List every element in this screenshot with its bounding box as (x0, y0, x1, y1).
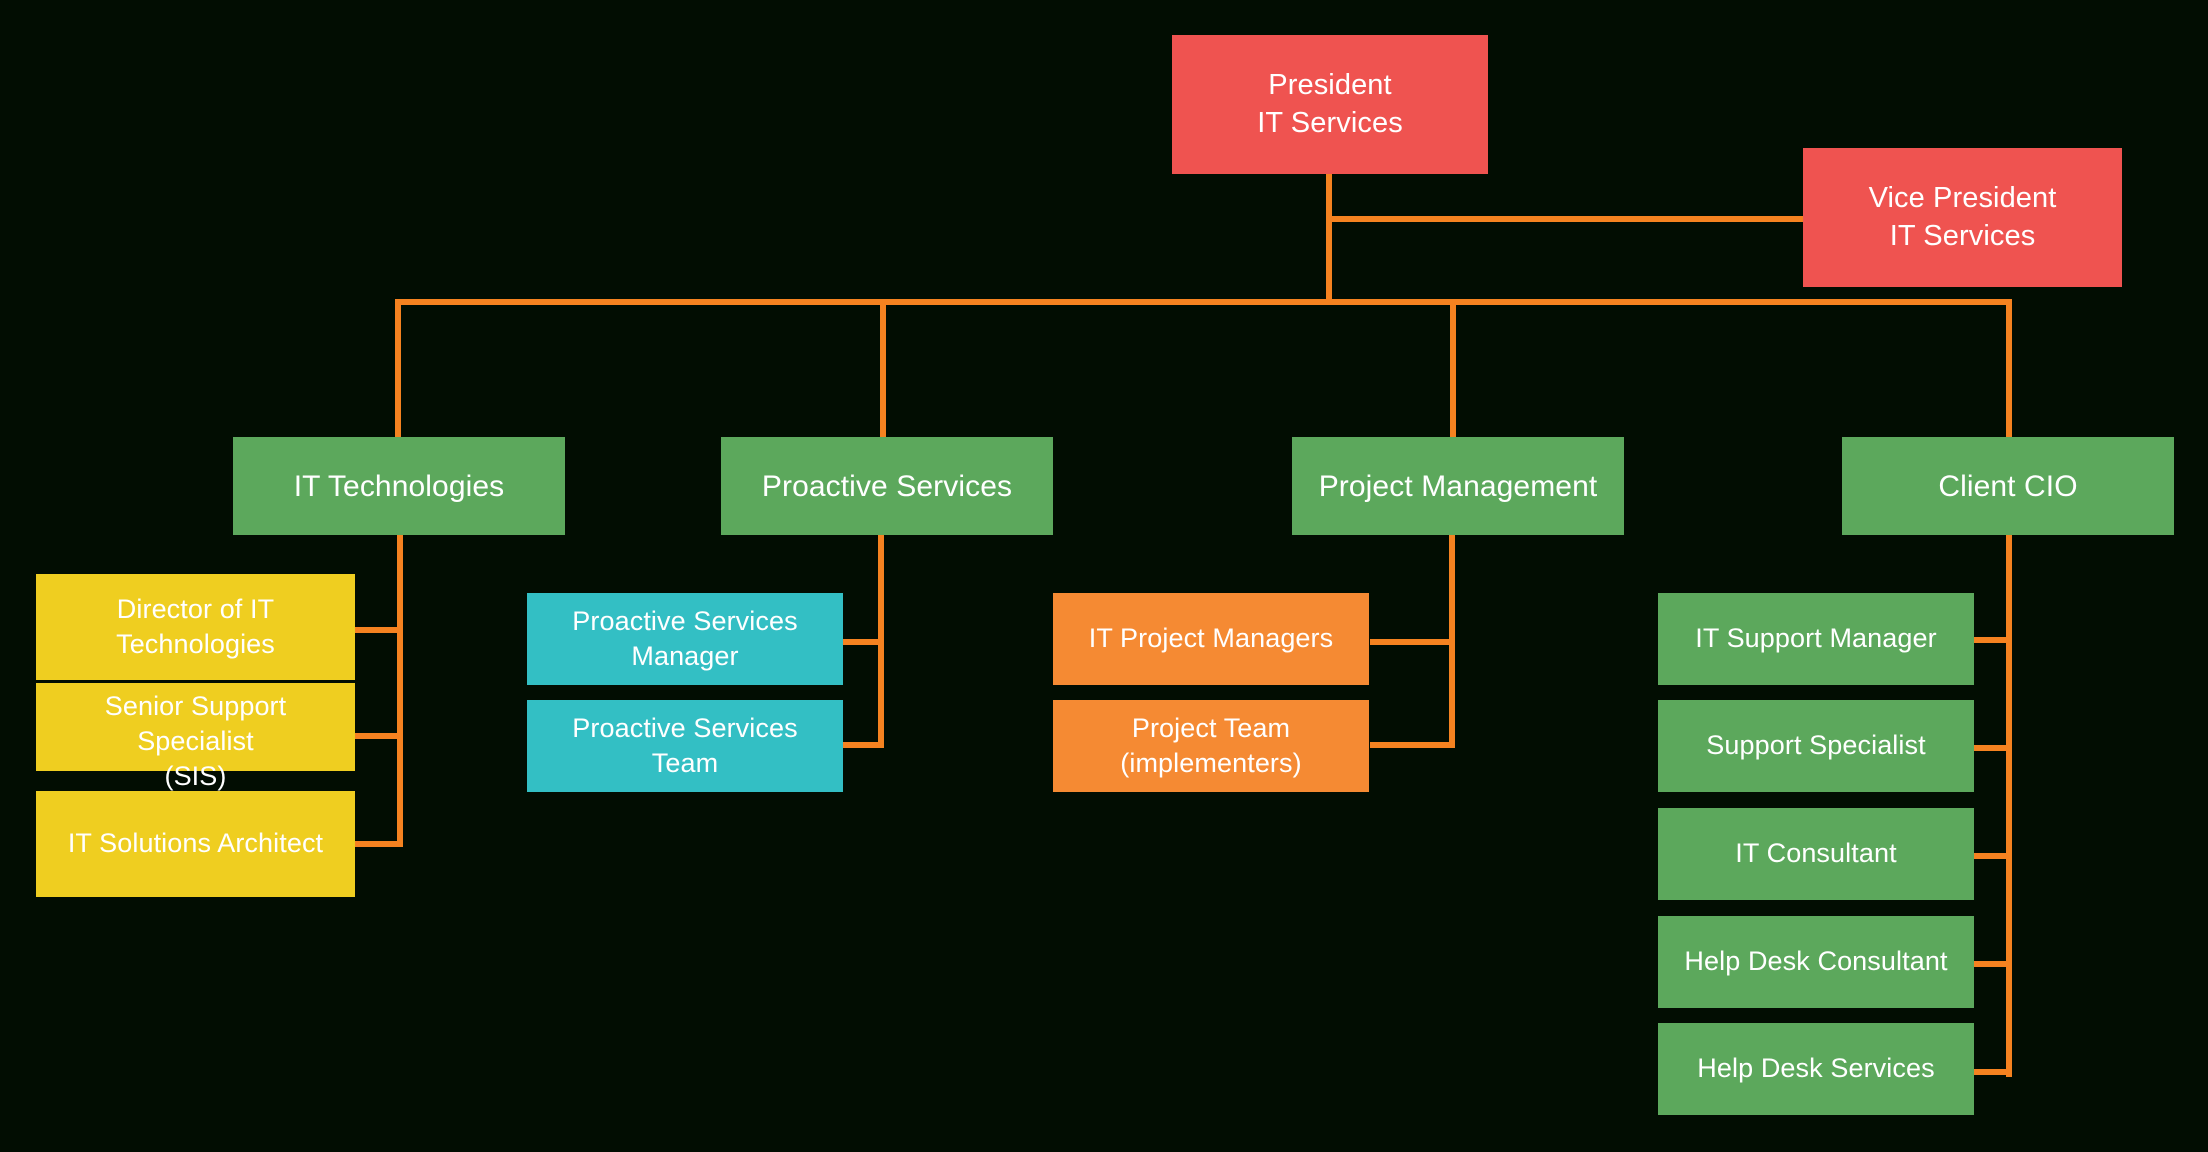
node-division-client-cio-label: Client CIO (1938, 469, 2078, 503)
connector-drop-client-cio (2006, 299, 2012, 438)
node-help-desk-consultant[interactable]: Help Desk Consultant (1658, 916, 1974, 1008)
node-division-client-cio[interactable]: Client CIO (1842, 437, 2174, 535)
connector-stub-help-desk-services (1970, 1069, 2012, 1075)
node-division-it-technologies[interactable]: IT Technologies (233, 437, 565, 535)
connector-stub-it-project-managers (1370, 639, 1455, 645)
connector-stub-it-solutions-architect (348, 841, 403, 847)
connector-stub-director-of-it (348, 627, 403, 633)
node-proactive-services-manager[interactable]: Proactive Services Manager (527, 593, 843, 685)
node-proactive-services-team-label: Proactive Services Team (572, 712, 798, 778)
connector-stub-it-consultant (1970, 853, 2012, 859)
connector-president-to-vp (1326, 216, 1804, 222)
connector-drop-it-technologies (395, 299, 401, 438)
connector-spine-it-technologies (397, 535, 403, 847)
connector-stub-senior-support-specialist (348, 733, 403, 739)
connector-stub-project-team (1370, 742, 1455, 748)
node-senior-support-specialist[interactable]: Senior Support Specialist (SIS) (36, 683, 355, 791)
node-division-it-technologies-label: IT Technologies (293, 469, 505, 503)
connector-drop-project-management (1450, 299, 1456, 438)
node-support-specialist[interactable]: Support Specialist (1658, 700, 1974, 792)
node-help-desk-services[interactable]: Help Desk Services (1658, 1023, 1974, 1115)
node-senior-support-specialist-label: Senior Support Specialist (SIS) (104, 691, 287, 792)
node-it-solutions-architect[interactable]: IT Solutions Architect (36, 791, 355, 897)
node-director-of-it-technologies[interactable]: Director of IT Technologies (36, 574, 355, 680)
node-division-project-management[interactable]: Project Management (1292, 437, 1624, 535)
node-help-desk-consultant-label: Help Desk Consultant (1684, 946, 1948, 977)
connector-drop-proactive-services (880, 299, 886, 438)
node-it-support-manager-label: IT Support Manager (1695, 623, 1937, 654)
node-it-consultant-label: IT Consultant (1735, 838, 1897, 869)
node-division-proactive-services[interactable]: Proactive Services (721, 437, 1053, 535)
node-vice-president[interactable]: Vice President IT Services (1803, 148, 2122, 287)
node-proactive-services-team[interactable]: Proactive Services Team (527, 700, 843, 792)
connector-stub-support-specialist (1970, 745, 2012, 751)
org-chart-canvas: President IT Services Vice President IT … (0, 0, 2208, 1152)
node-project-team-implementers-label: Project Team (implementers) (1120, 712, 1302, 778)
connector-stub-proactive-services-team (840, 742, 884, 748)
connector-division-bus (395, 299, 2012, 305)
node-it-project-managers-label: IT Project Managers (1088, 623, 1334, 654)
node-division-proactive-services-label: Proactive Services (761, 469, 1013, 503)
node-help-desk-services-label: Help Desk Services (1697, 1053, 1935, 1084)
node-it-solutions-architect-label: IT Solutions Architect (67, 828, 324, 859)
connector-stub-proactive-services-manager (840, 639, 884, 645)
connector-president-stem (1326, 172, 1332, 304)
node-president[interactable]: President IT Services (1172, 35, 1488, 174)
connector-stub-it-support-manager (1970, 637, 2012, 643)
node-proactive-services-manager-label: Proactive Services Manager (572, 605, 798, 671)
node-it-project-managers[interactable]: IT Project Managers (1053, 593, 1369, 685)
connector-stub-help-desk-consultant (1970, 961, 2012, 967)
connector-spine-client-cio (2006, 535, 2012, 1077)
node-it-consultant[interactable]: IT Consultant (1658, 808, 1974, 900)
node-project-team-implementers[interactable]: Project Team (implementers) (1053, 700, 1369, 792)
node-vice-president-label: Vice President IT Services (1868, 181, 2057, 252)
node-director-of-it-technologies-label: Director of IT Technologies (116, 593, 275, 659)
node-support-specialist-label: Support Specialist (1706, 730, 1926, 761)
node-it-support-manager[interactable]: IT Support Manager (1658, 593, 1974, 685)
node-president-label: President IT Services (1257, 68, 1403, 139)
node-division-project-management-label: Project Management (1318, 469, 1598, 503)
